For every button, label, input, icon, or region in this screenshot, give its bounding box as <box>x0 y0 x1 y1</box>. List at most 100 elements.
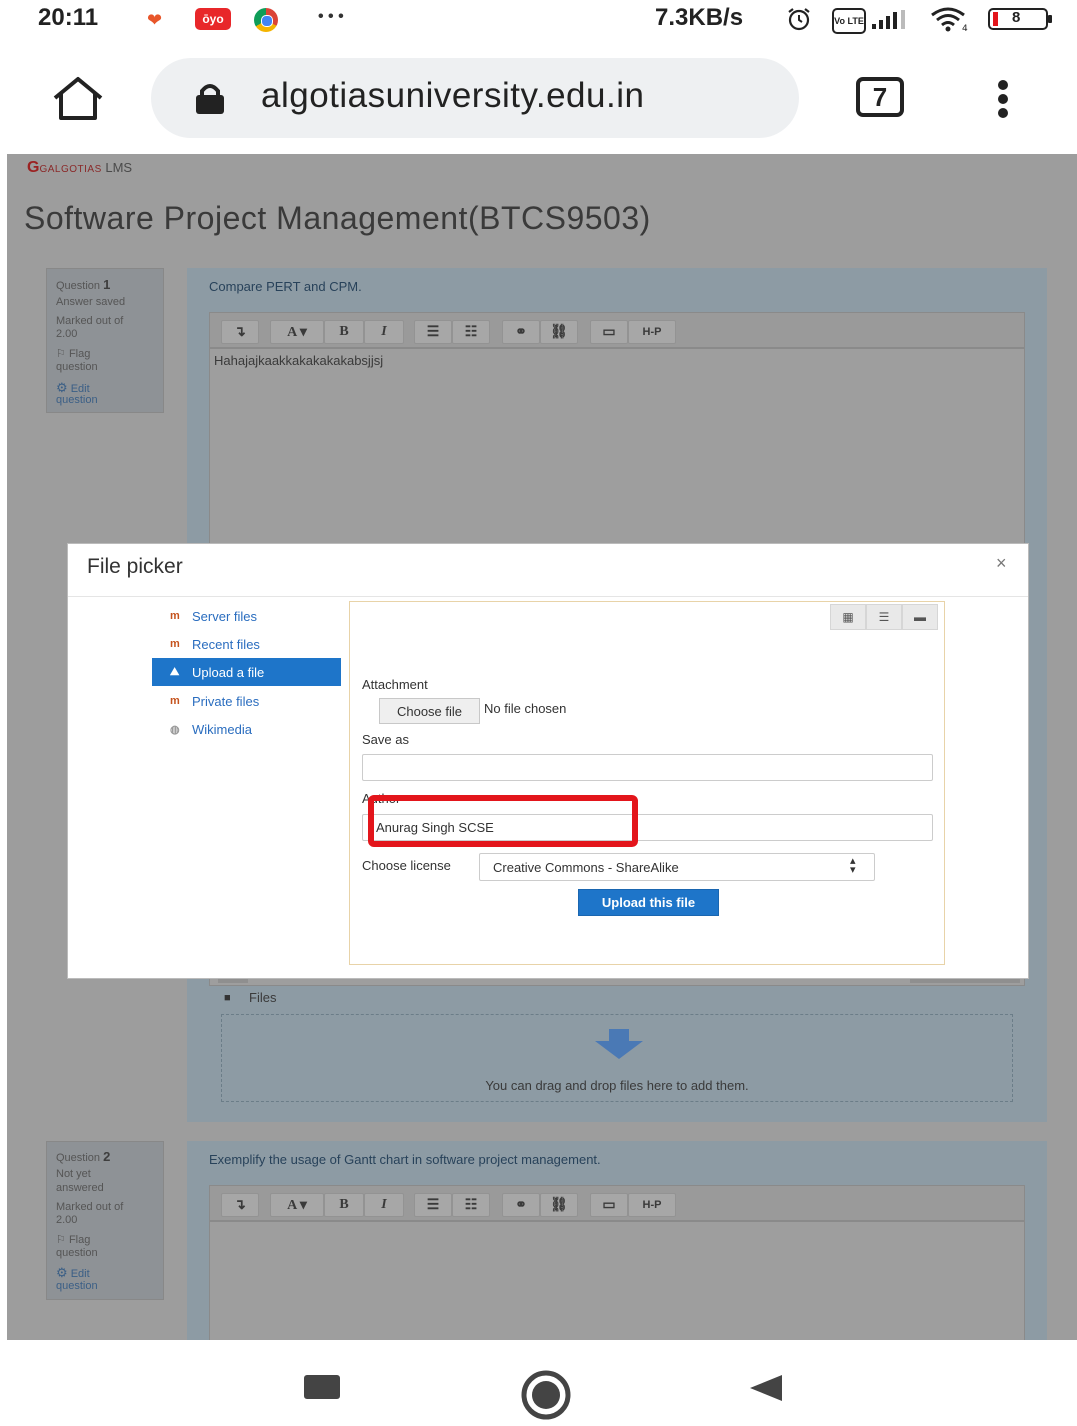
save-as-label: Save as <box>362 732 409 747</box>
unlink-button[interactable]: ⛓ <box>540 320 578 344</box>
marked-out-of: Marked out of <box>56 1201 124 1213</box>
overflow-menu-icon[interactable] <box>995 80 1011 120</box>
battery-icon: 8 <box>988 8 1054 30</box>
logo-mark: G <box>27 159 40 176</box>
oyo-icon: ōyo <box>195 8 231 30</box>
link-button[interactable]: ⚭ <box>502 320 540 344</box>
question-prompt: Exemplify the usage of Gantt chart in so… <box>209 1152 601 1167</box>
repo-wikimedia[interactable]: ◍ Wikimedia <box>152 715 341 743</box>
home-nav-icon[interactable] <box>520 1369 571 1420</box>
repo-upload-a-file[interactable]: ⛰ Upload a file <box>152 658 341 686</box>
question-content-2: Exemplify the usage of Gantt chart in so… <box>187 1141 1047 1340</box>
question-number: 2 <box>103 1149 111 1164</box>
drag-drop-area[interactable]: You can drag and drop files here to add … <box>221 1014 1013 1102</box>
highlight-box <box>368 795 638 847</box>
list-view-button[interactable]: ☰ <box>866 604 902 630</box>
link-button[interactable]: ⚭ <box>502 1193 540 1217</box>
unordered-list-button[interactable]: ☰ <box>414 1193 452 1217</box>
question-info-2: Question 2 Not yet answered Marked out o… <box>46 1141 164 1300</box>
question-state: Answer saved <box>56 296 126 308</box>
moodle-icon: m <box>170 695 180 707</box>
view-toolbar: ▦ ☰ ▬ <box>350 602 944 632</box>
tab-switcher-button[interactable]: 7 <box>856 77 904 117</box>
edit-question-label: question <box>56 1280 98 1292</box>
marked-out-of: Marked out of <box>56 315 124 327</box>
license-value: Creative Commons - ShareAlike <box>493 860 679 875</box>
logo-suffix: LMS <box>105 160 133 175</box>
upload-panel: ▦ ☰ ▬ Attachment Choose file No file cho… <box>349 601 945 965</box>
italic-button[interactable]: I <box>364 320 404 344</box>
answer-text: Hahajajkaakkakakakakabsjjsj <box>214 353 384 368</box>
collapse-toolbar-button[interactable]: ↴ <box>221 1193 259 1217</box>
alarm-icon <box>786 6 812 32</box>
ordered-list-button[interactable]: ☷ <box>452 1193 490 1217</box>
question-state: Not yet <box>56 1168 91 1180</box>
recents-icon[interactable] <box>304 1375 340 1399</box>
choose-file-button[interactable]: Choose file <box>379 698 480 724</box>
repo-recent-files[interactable]: m Recent files <box>152 630 341 658</box>
flag-icon: ⚐ <box>56 1234 66 1246</box>
h5p-button[interactable]: H-P <box>628 1193 676 1217</box>
logo-text: GALGOTIAS <box>39 164 102 175</box>
unlink-button[interactable]: ⛓ <box>540 1193 578 1217</box>
dialog-title: File picker <box>87 555 183 578</box>
more-notifications-icon: • • • <box>318 8 344 25</box>
attachment-label: Attachment <box>362 677 428 692</box>
marked-value: 2.00 <box>56 328 78 340</box>
page-title: Software Project Management(BTCS9503) <box>24 200 651 236</box>
svg-text:4: 4 <box>962 24 968 33</box>
bold-button[interactable]: B <box>324 1193 364 1217</box>
wifi-icon: 4 <box>928 5 974 34</box>
h5p-button[interactable]: H-P <box>628 320 676 344</box>
repo-private-files[interactable]: m Private files <box>152 687 341 715</box>
flag-question-label: question <box>56 361 98 373</box>
close-icon[interactable]: × <box>996 553 1007 574</box>
font-style-button[interactable]: A ▾ <box>270 1193 324 1217</box>
question-number: 1 <box>103 277 111 292</box>
lock-icon <box>193 82 227 114</box>
image-button[interactable]: ▭ <box>590 1193 628 1217</box>
question-label: Question <box>56 280 101 292</box>
italic-button[interactable]: I <box>364 1193 404 1217</box>
license-select[interactable]: Creative Commons - ShareAlike ▴ ▾ <box>479 853 875 881</box>
image-button[interactable]: ▭ <box>590 320 628 344</box>
browser-address-bar: algotiasuniversity.edu.in 7 <box>0 44 1077 156</box>
moodle-icon: m <box>170 610 180 622</box>
gear-icon: ⚙ <box>56 380 68 395</box>
question-info-1: Question 1 Answer saved Marked out of 2.… <box>46 268 164 413</box>
network-speed: 7.3KB/s <box>655 4 744 31</box>
home-icon[interactable] <box>50 76 106 122</box>
editor-toolbar: ↴ A ▾ B I ☰ ☷ ⚭ ⛓ ▭ H-P <box>209 312 1025 348</box>
url-bar[interactable]: algotiasuniversity.edu.in <box>151 58 799 138</box>
icon-view-button[interactable]: ▦ <box>830 604 866 630</box>
question-state-2: answered <box>56 1182 104 1194</box>
flag-question-link[interactable]: ⚐ Flag <box>56 1233 90 1246</box>
edit-question-link[interactable]: ⚙ Edit <box>56 1265 90 1281</box>
question-label: Question <box>56 1152 101 1164</box>
unordered-list-button[interactable]: ☰ <box>414 320 452 344</box>
signal-icon <box>870 8 914 30</box>
marked-value: 2.00 <box>56 1214 78 1226</box>
repo-server-files[interactable]: m Server files <box>152 602 341 630</box>
flag-question-link[interactable]: ⚐ Flag <box>56 347 90 360</box>
heart-icon: ❤ <box>147 10 163 30</box>
font-style-button[interactable]: A ▾ <box>270 320 324 344</box>
dialog-divider <box>68 596 1028 597</box>
status-bar: 20:11 ❤ ōyo • • • 7.3KB/s Vo LTE 4 8 <box>0 0 1077 44</box>
android-nav-bar <box>0 1340 1077 1420</box>
moodle-icon: m <box>170 638 180 650</box>
save-as-input[interactable] <box>362 754 933 781</box>
file-picker-dialog: File picker × m Server files m Recent file… <box>67 543 1029 979</box>
url-text: algotiasuniversity.edu.in <box>261 76 645 115</box>
site-logo[interactable]: GGALGOTIAS LMS <box>27 159 132 177</box>
drop-arrow-icon <box>593 1029 645 1061</box>
answer-editor[interactable] <box>209 1221 1025 1340</box>
ordered-list-button[interactable]: ☷ <box>452 320 490 344</box>
wikimedia-icon: ◍ <box>170 723 180 736</box>
collapse-toolbar-button[interactable]: ↴ <box>221 320 259 344</box>
tree-view-button[interactable]: ▬ <box>902 604 938 630</box>
bold-button[interactable]: B <box>324 320 364 344</box>
upload-this-file-button[interactable]: Upload this file <box>578 889 719 916</box>
battery-level: 8 <box>1012 9 1021 26</box>
flag-question-label: question <box>56 1247 98 1259</box>
